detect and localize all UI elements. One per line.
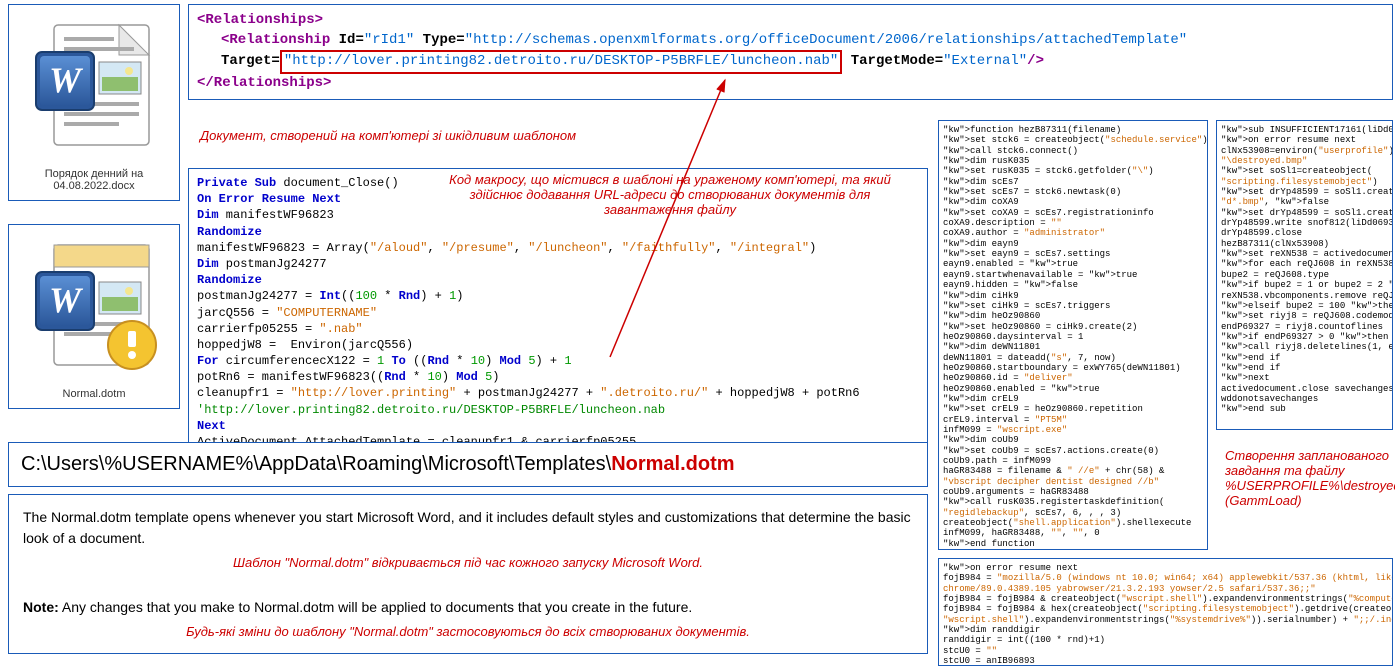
doc-created-caption: Документ, створений на комп'ютері зі шкі… — [200, 128, 576, 143]
normal-dotm-highlight: Normal.dotm — [611, 453, 734, 475]
info-line1: The Normal.dotm template opens whenever … — [23, 507, 913, 549]
malicious-url: "http://lover.printing82.detroito.ru/DES… — [280, 50, 843, 74]
task-caption: Створення запланованого завдання та файл… — [1225, 448, 1393, 508]
svg-text:W: W — [49, 60, 84, 100]
doc-icon-panel: W Порядок денний на 04.08.2022.docx — [8, 4, 180, 201]
xml-open-tag: <Relationships> — [197, 12, 323, 28]
svg-text:W: W — [49, 280, 84, 320]
normal-dotm-info: The Normal.dotm template opens whenever … — [8, 494, 928, 654]
xml-rel-tag: <Relationship — [221, 32, 330, 48]
macro-caption: Код макросу, що містився в шаблоні на ур… — [425, 172, 915, 217]
any-changes-caption: Будь-які зміни до шаблону "Normal.dotm" … — [23, 622, 913, 642]
code-insufficient: "kw">sub INSUFFICIENT17161(liDd0693) "kw… — [1216, 120, 1393, 430]
word-template-icon: W — [24, 237, 164, 377]
word-doc-icon: W — [24, 17, 164, 157]
code-useragent: "kw">on error resume next fojB984 = "moz… — [938, 558, 1393, 666]
normal-opens-caption: Шаблон "Normal.dotm" відкривається під ч… — [23, 553, 913, 573]
code-scheduler: "kw">function hezB87311(filename) "kw">s… — [938, 120, 1208, 550]
template-icon-panel: W Normal.dotm — [8, 224, 180, 409]
xml-relationships: <Relationships> <Relationship Id="rId1" … — [188, 4, 1393, 100]
xml-close-tag: </Relationships> — [197, 75, 331, 91]
template-filename: Normal.dotm — [13, 388, 175, 400]
template-path: C:\Users\%USERNAME%\AppData\Roaming\Micr… — [8, 442, 928, 487]
doc-filename: Порядок денний на 04.08.2022.docx — [13, 168, 175, 192]
